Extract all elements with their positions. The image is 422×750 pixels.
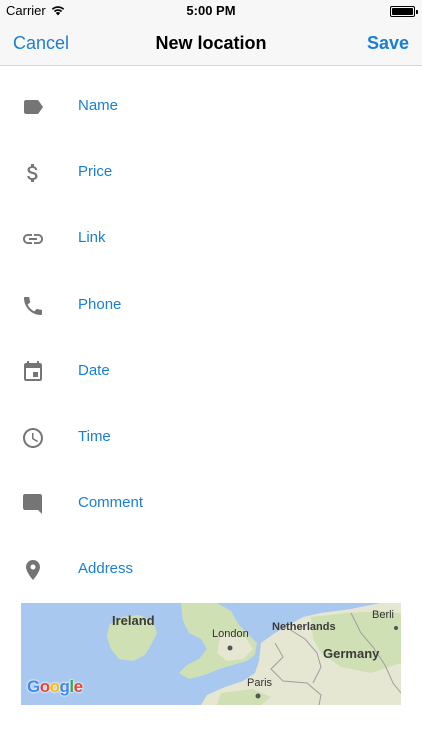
- map-label-netherlands: Netherlands: [272, 621, 336, 633]
- location-pin-icon: [21, 558, 45, 582]
- link-field-label: Link: [78, 229, 106, 247]
- name-field[interactable]: Name: [0, 74, 422, 140]
- comment-field[interactable]: Comment: [0, 471, 422, 537]
- google-logo: Google: [27, 677, 83, 696]
- price-field[interactable]: Price: [0, 140, 422, 206]
- location-form: Name Price Link Phone Date Time Comment …: [0, 74, 422, 604]
- dollar-icon: [21, 161, 45, 185]
- calendar-icon: [21, 360, 45, 384]
- phone-field[interactable]: Phone: [0, 273, 422, 339]
- time-field[interactable]: Time: [0, 405, 422, 471]
- page-title: New location: [155, 33, 267, 53]
- phone-field-label: Phone: [78, 295, 122, 313]
- navigation-bar: Cancel New location Save: [0, 22, 422, 66]
- date-field-label: Date: [78, 361, 110, 379]
- map-label-berlin: Berli: [372, 609, 395, 621]
- address-field[interactable]: Address: [0, 537, 422, 603]
- date-field[interactable]: Date: [0, 339, 422, 405]
- comment-field-label: Comment: [78, 494, 144, 512]
- map-label-london: London: [212, 628, 249, 640]
- address-field-label: Address: [78, 560, 134, 578]
- phone-icon: [21, 294, 45, 318]
- map-label-paris: Paris: [247, 677, 273, 689]
- map-preview[interactable]: Ireland London Netherlands Berli Germany…: [21, 603, 401, 705]
- map-label-ireland: Ireland: [112, 613, 155, 628]
- map-label-germany: Germany: [323, 646, 380, 661]
- clock-icon: [21, 426, 45, 450]
- comment-icon: [21, 492, 45, 516]
- link-icon: [21, 227, 45, 251]
- price-field-label: Price: [78, 163, 113, 181]
- label-tag-icon: [21, 95, 45, 119]
- link-field[interactable]: Link: [0, 206, 422, 272]
- status-time: 5:00 PM: [186, 3, 236, 18]
- save-button[interactable]: Save: [367, 33, 409, 54]
- battery-icon: [390, 6, 418, 17]
- time-field-label: Time: [78, 427, 111, 445]
- status-bar: Carrier 5:00 PM: [0, 0, 422, 22]
- name-field-label: Name: [78, 97, 119, 114]
